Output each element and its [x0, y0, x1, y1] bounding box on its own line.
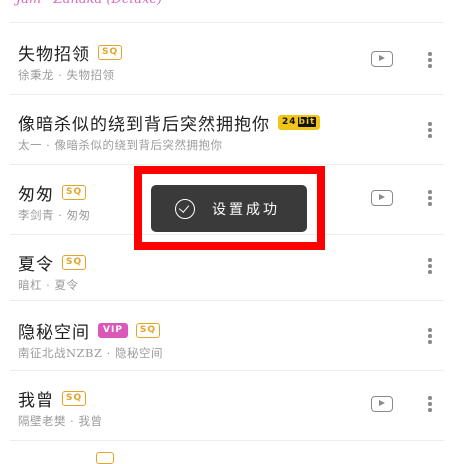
- song-row[interactable]: 我曾 SQ 隔壁老樊 · 我曾: [0, 370, 454, 440]
- toast-notification: 设置成功: [151, 185, 307, 232]
- song-title: 像暗杀似的绕到背后突然拥抱你: [18, 115, 270, 135]
- song-title: 我曾: [18, 391, 54, 411]
- video-play-icon[interactable]: [371, 51, 393, 67]
- sq-badge-partial: [96, 452, 114, 464]
- video-play-icon[interactable]: [371, 396, 393, 412]
- song-artist-album: 南征北战NZBZ · 隐秘空间: [18, 346, 163, 360]
- song-artist-album: 李剑青 · 匆匆: [18, 208, 91, 222]
- song-title: 匆匆: [18, 185, 54, 205]
- song-title-line: 隐秘空间 VIP SQ: [18, 318, 161, 343]
- song-row[interactable]: 失物招领 SQ 徐秉龙 · 失物招领: [0, 24, 454, 94]
- sq-badge: SQ: [98, 45, 123, 60]
- song-artist-album: 隔壁老樊 · 我曾: [18, 414, 103, 428]
- check-circle-icon: [175, 198, 195, 219]
- more-vertical-icon[interactable]: [428, 328, 432, 344]
- song-artist-album: 徐秉龙 · 失物招领: [18, 68, 115, 82]
- song-title: 夏令: [18, 255, 54, 275]
- song-title: 隐秘空间: [18, 323, 90, 343]
- more-vertical-icon[interactable]: [428, 122, 432, 138]
- song-title-line: 夏令 SQ: [18, 250, 87, 275]
- song-artist-album: 暗杠 · 夏令: [18, 278, 79, 292]
- more-vertical-icon[interactable]: [428, 258, 432, 274]
- song-title-line: 匆匆 SQ: [18, 180, 87, 205]
- sq-badge: SQ: [62, 391, 87, 406]
- sq-badge: SQ: [62, 185, 87, 200]
- divider: [10, 22, 444, 23]
- song-title-line: 失物招领 SQ: [18, 40, 123, 65]
- song-artist-album: 太一 · 像暗杀似的绕到背后突然拥抱你: [18, 138, 223, 152]
- divider: [10, 300, 444, 301]
- more-vertical-icon[interactable]: [428, 396, 432, 412]
- 24bit-badge: 24 bit: [278, 115, 321, 130]
- sq-badge: SQ: [62, 255, 87, 270]
- song-row[interactable]: 隐秘空间 VIP SQ 南征北战NZBZ · 隐秘空间: [0, 302, 454, 372]
- more-vertical-icon[interactable]: [428, 52, 432, 68]
- more-vertical-icon[interactable]: [428, 190, 432, 206]
- song-title-line: 我曾 SQ: [18, 386, 87, 411]
- song-title: 失物招领: [18, 45, 90, 65]
- album-subtitle-partial: Jam · Zanaka (Deluxe): [16, 0, 162, 10]
- toast-message: 设置成功: [212, 201, 280, 218]
- vip-badge: VIP: [98, 323, 128, 338]
- video-play-icon[interactable]: [371, 190, 393, 206]
- song-title-line: 像暗杀似的绕到背后突然拥抱你 24 bit: [18, 110, 321, 135]
- sq-badge: SQ: [135, 323, 161, 338]
- song-row[interactable]: 像暗杀似的绕到背后突然拥抱你 24 bit 太一 · 像暗杀似的绕到背后突然拥抱你: [0, 94, 454, 164]
- divider: [10, 440, 444, 441]
